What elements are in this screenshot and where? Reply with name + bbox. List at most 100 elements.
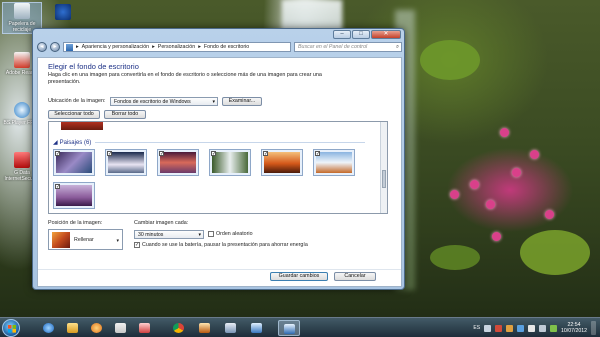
help-icon [55, 4, 71, 20]
shield-icon[interactable] [495, 324, 503, 332]
breadcrumb-desktop-background[interactable]: Fondo de escritorio [204, 44, 249, 50]
show-desktop-button[interactable] [591, 321, 596, 335]
taskbar-control-panel[interactable] [278, 320, 300, 336]
page-title: Elegir el fondo de escritorio [48, 62, 139, 71]
breadcrumb-sep: ▸ [76, 44, 79, 50]
media-player-icon [91, 323, 102, 333]
thumbnail-landscape-7[interactable]: ✓ [53, 182, 95, 209]
maximize-button[interactable]: □ [352, 30, 370, 39]
select-all-button[interactable]: Seleccionar todo [48, 110, 100, 119]
thumbnail-checkbox[interactable]: ✓ [315, 151, 320, 157]
breadcrumb-sep: ▸ [152, 44, 155, 50]
bs-player-icon [14, 102, 30, 118]
position-value: Rellenar [74, 236, 94, 243]
thumbnail-landscape-6[interactable]: ✓ [313, 149, 355, 176]
landscape-image [56, 185, 92, 206]
thumbnail-checkbox[interactable]: ✓ [55, 151, 60, 157]
network-icon[interactable] [528, 324, 536, 332]
search-input[interactable]: Buscar en el Panel de control ⌕ [294, 42, 402, 52]
flower-decoration [492, 232, 501, 241]
minimize-button[interactable]: – [333, 30, 351, 39]
chevron-down-icon: ▾ [212, 99, 215, 105]
flower-decoration [470, 180, 479, 189]
flower-decoration [500, 128, 509, 137]
location-dropdown[interactable]: Fondos de escritorio de Windows ▾ [110, 97, 218, 106]
desktop-icon-help[interactable] [52, 4, 74, 22]
position-label: Posición de la imagen: [48, 220, 103, 226]
start-button[interactable] [2, 319, 20, 337]
breadcrumb-appearance[interactable]: Apariencia y personalización [82, 44, 149, 50]
thumbnail-checkbox[interactable]: ✓ [107, 151, 112, 157]
control-panel-icon [284, 324, 295, 334]
taskbar-app[interactable] [134, 320, 156, 336]
close-button[interactable]: ✕ [371, 30, 401, 39]
landscape-image [316, 152, 352, 173]
cancel-button[interactable]: Cancelar [334, 272, 376, 281]
breadcrumb-personalization[interactable]: Personalización [158, 44, 195, 50]
address-bar[interactable]: ▸ Apariencia y personalización ▸ Persona… [63, 42, 291, 52]
control-panel-icon [66, 43, 73, 51]
image-gallery[interactable]: ◢ Paisajes (6) ✓ ✓ ✓ ✓ ✓ ✓ ✓ [48, 121, 388, 214]
back-button[interactable]: ◂ [37, 42, 47, 52]
browse-button[interactable]: Examinar... [222, 97, 262, 106]
interval-dropdown[interactable]: 30 minutos ▾ [134, 230, 204, 239]
thumbnail-checkbox[interactable]: ✓ [159, 151, 164, 157]
app-tray-icon[interactable] [506, 324, 514, 332]
checkbox-box[interactable] [208, 231, 214, 237]
thumbnail-checkbox[interactable]: ✓ [211, 151, 216, 157]
thumbnail-checkbox[interactable]: ✓ [263, 151, 268, 157]
save-button[interactable]: Guardar cambios [270, 272, 328, 281]
taskbar-app[interactable] [220, 320, 242, 336]
change-interval-label: Cambiar imagen cada: [134, 220, 189, 226]
language-indicator[interactable]: ES [473, 325, 480, 331]
clock-date: 10/07/2012 [561, 328, 587, 334]
forward-button[interactable]: ▸ [50, 42, 60, 52]
taskbar-chrome[interactable] [168, 320, 190, 336]
battery-icon[interactable] [550, 324, 558, 332]
clock[interactable]: 22:54 10/07/2012 [561, 322, 587, 334]
app-icon [115, 323, 126, 333]
thumbnail-landscape-5[interactable]: ✓ [261, 149, 303, 176]
shuffle-checkbox[interactable]: Orden aleatorio [208, 231, 253, 237]
thumbnail-landscape-2[interactable]: ✓ [105, 149, 147, 176]
taskbar-ie[interactable] [38, 320, 60, 336]
group-header[interactable]: ◢ Paisajes (6) [53, 139, 365, 146]
clear-all-button[interactable]: Borrar todo [104, 110, 146, 119]
volume-icon[interactable] [539, 324, 547, 332]
landscape-image [160, 152, 196, 173]
chrome-icon [173, 323, 184, 333]
flower-decoration [512, 168, 521, 177]
recycle-bin-icon [14, 3, 30, 19]
taskbar-app[interactable] [194, 320, 216, 336]
fern-decoration [430, 245, 480, 270]
thumbnail-partial[interactable] [61, 122, 103, 130]
thumbnail-checkbox[interactable]: ✓ [55, 184, 60, 190]
taskbar-app[interactable] [110, 320, 132, 336]
taskbar-explorer[interactable] [62, 320, 84, 336]
chevron-down-icon: ▾ [198, 232, 201, 238]
gallery-scrollbar[interactable] [380, 122, 387, 213]
app-icon [199, 323, 210, 333]
position-dropdown[interactable]: Rellenar ▾ [48, 229, 123, 250]
position-preview-image [52, 231, 70, 248]
taskbar-app[interactable] [246, 320, 268, 336]
checkbox-box[interactable]: ✓ [134, 242, 140, 248]
collapse-icon: ◢ [53, 140, 58, 146]
adobe-reader-icon [14, 52, 30, 68]
window-controls: – □ ✕ [333, 30, 401, 39]
fern-decoration [520, 230, 590, 275]
navigation-bar: ◂ ▸ ▸ Apariencia y personalización ▸ Per… [37, 41, 402, 53]
windows-logo-icon [8, 325, 16, 333]
g-data-icon [14, 152, 30, 168]
keyboard-icon[interactable] [484, 324, 492, 332]
taskbar-media-player[interactable] [86, 320, 108, 336]
thumbnail-landscape-4[interactable]: ✓ [209, 149, 251, 176]
thumbnail-landscape-3[interactable]: ✓ [157, 149, 199, 176]
battery-checkbox[interactable]: ✓ Cuando se use la batería, pausar la pr… [134, 242, 308, 248]
control-panel-window: – □ ✕ ◂ ▸ ▸ Apariencia y personalización… [32, 28, 405, 290]
app-tray-icon[interactable] [517, 324, 525, 332]
thumbnail-landscape-1[interactable]: ✓ [53, 149, 95, 176]
landscape-image [56, 152, 92, 173]
flower-decoration [486, 200, 495, 209]
scrollbar-thumb[interactable] [382, 170, 386, 188]
